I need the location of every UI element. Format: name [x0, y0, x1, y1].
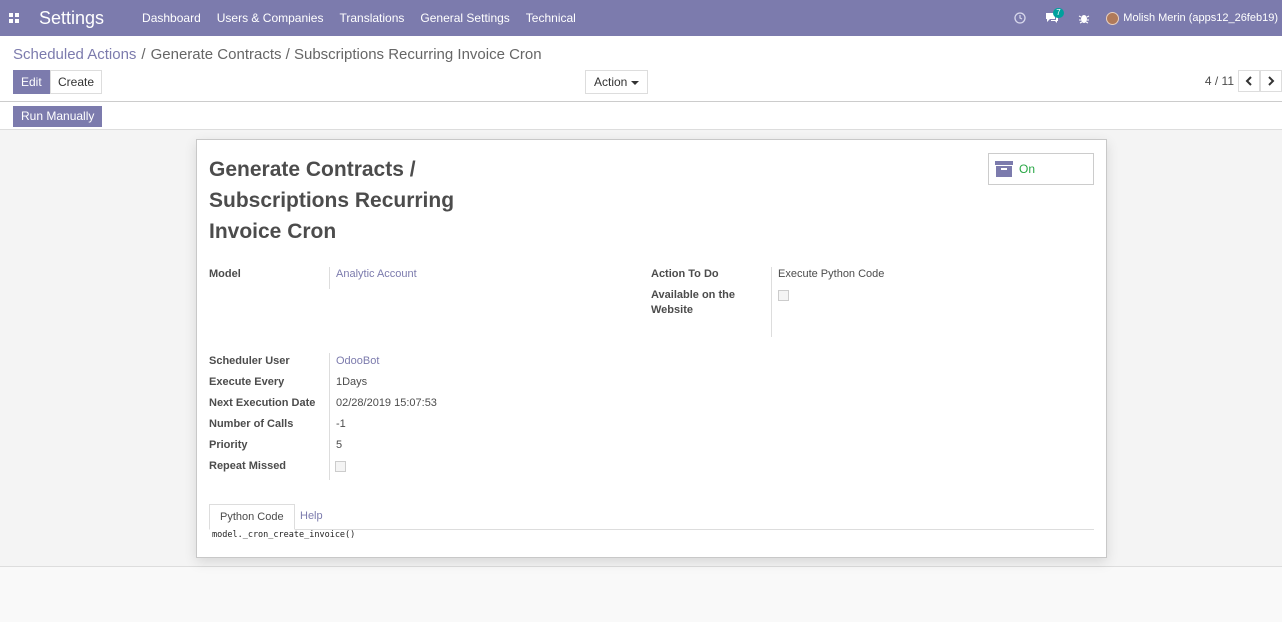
record-title: Generate Contracts / Subscriptions Recur… [209, 158, 455, 243]
user-name: Molish Merin (apps12_26feb19) [1123, 12, 1278, 24]
chevron-left-icon [1245, 76, 1252, 86]
field-execute-every: Execute Every 1Days [209, 375, 367, 390]
pager-value[interactable]: 4 / 11 [1205, 74, 1234, 88]
action-label: Action [594, 75, 628, 89]
field-next-execution-date: Next Execution Date 02/28/2019 15:07:53 [209, 396, 437, 411]
model-label: Model [209, 268, 241, 280]
menu-item-dashboard[interactable]: Dashboard [134, 0, 209, 36]
menu-item-technical[interactable]: Technical [518, 0, 584, 36]
scheduler-user-value[interactable]: OdooBot [336, 354, 379, 369]
menu-item-general-settings[interactable]: General Settings [412, 0, 517, 36]
priority-value: 5 [336, 439, 343, 451]
field-number-of-calls: Number of Calls -1 [209, 417, 346, 432]
field-priority: Priority 5 [209, 438, 342, 453]
breadcrumb: Scheduled Actions / Generate Contracts /… [13, 46, 542, 63]
messages-icon[interactable]: 7 [1036, 0, 1068, 36]
debug-bug-icon[interactable] [1068, 0, 1100, 36]
priority-label: Priority [209, 439, 248, 451]
field-repeat-missed: Repeat Missed [209, 459, 346, 474]
field-action-to-do: Action To Do Execute Python Code [651, 267, 884, 282]
menu-item-users-companies[interactable]: Users & Companies [209, 0, 332, 36]
execute-every-label: Execute Every [209, 376, 285, 388]
tab-python-code[interactable]: Python Code [209, 504, 295, 530]
field-model: Model Analytic Account [209, 267, 417, 282]
python-code-editor[interactable]: model._cron_create_invoice() [212, 530, 355, 540]
active-status-label: On [1019, 162, 1036, 176]
apps-menu-icon[interactable] [1, 0, 27, 36]
field-scheduler-user: Scheduler User OdooBot [209, 354, 379, 369]
model-value[interactable]: Analytic Account [336, 267, 417, 282]
run-manually-button[interactable]: Run Manually [13, 106, 103, 127]
messages-badge: 7 [1053, 8, 1064, 18]
number-of-calls-label: Number of Calls [209, 418, 294, 430]
scheduler-user-label: Scheduler User [209, 355, 290, 367]
field-available-on-website: Available on the Website [651, 288, 789, 318]
breadcrumb-current: Generate Contracts / Subscriptions Recur… [150, 46, 542, 63]
avatar [1106, 11, 1120, 25]
form-sheet: Generate Contracts / Subscriptions Recur… [196, 139, 1107, 558]
control-panel: Scheduled Actions / Generate Contracts /… [0, 36, 1282, 102]
next-execution-date-value: 02/28/2019 15:07:53 [336, 397, 437, 409]
tab-help[interactable]: Help [290, 504, 333, 530]
available-on-website-checkbox[interactable] [778, 290, 789, 301]
pager-next-button[interactable] [1260, 70, 1282, 92]
breadcrumb-scheduled-actions[interactable]: Scheduled Actions [13, 46, 136, 63]
edit-button[interactable]: Edit [13, 70, 50, 94]
repeat-missed-checkbox[interactable] [335, 461, 346, 472]
chevron-right-icon [1268, 76, 1275, 86]
number-of-calls-value: -1 [336, 418, 346, 430]
pager-previous-button[interactable] [1238, 70, 1260, 92]
user-menu[interactable]: Molish Merin (apps12_26feb19) [1100, 11, 1282, 25]
active-toggle-button[interactable]: On [988, 153, 1094, 185]
archive-icon [995, 161, 1013, 177]
breadcrumb-separator: / [141, 46, 146, 63]
pager: 4 / 11 [1205, 70, 1282, 92]
form-statusbar: Run Manually [0, 102, 1282, 130]
notebook-tabs: Python Code Help [209, 504, 1094, 530]
action-dropdown-button[interactable]: Action [585, 70, 649, 94]
available-on-website-label: Available on the Website [651, 289, 735, 316]
activity-clock-icon[interactable] [1004, 0, 1036, 36]
systray: 7 Molish Merin (apps12_26feb19) [1004, 0, 1282, 36]
top-navbar: Settings Dashboard Users & Companies Tra… [0, 0, 1282, 36]
execute-every-value: 1Days [336, 376, 368, 388]
main-menu: Dashboard Users & Companies Translations… [134, 0, 584, 36]
action-to-do-label: Action To Do [651, 268, 719, 280]
caret-down-icon [631, 80, 640, 85]
app-brand[interactable]: Settings [39, 8, 104, 29]
create-button[interactable]: Create [50, 70, 103, 94]
next-execution-date-label: Next Execution Date [209, 397, 316, 409]
repeat-missed-label: Repeat Missed [209, 460, 287, 472]
action-to-do-value: Execute Python Code [778, 268, 885, 280]
menu-item-translations[interactable]: Translations [331, 0, 412, 36]
